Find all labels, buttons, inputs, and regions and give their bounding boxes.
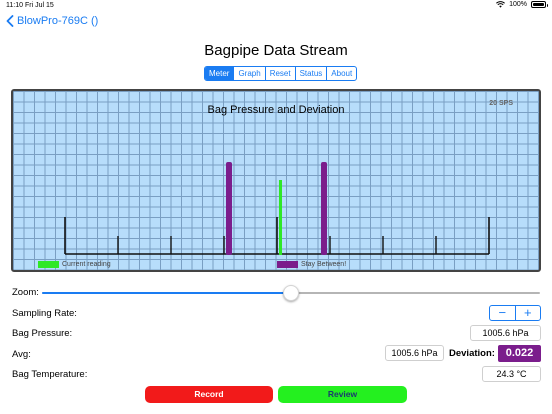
page-title: Bagpipe Data Stream bbox=[204, 42, 348, 59]
sps-label: 20 SPS bbox=[489, 100, 513, 107]
zoom-label: Zoom: bbox=[12, 287, 39, 298]
deviation-value: 0.022 bbox=[498, 345, 541, 362]
status-bar: 11:10 Fri Jul 15 100% bbox=[0, 0, 552, 12]
record-button[interactable]: Record bbox=[145, 386, 273, 403]
battery-icon bbox=[531, 1, 548, 8]
tab-meter[interactable]: Meter bbox=[205, 67, 235, 80]
deviation-label: Deviation: bbox=[449, 348, 495, 359]
tab-reset[interactable]: Reset bbox=[266, 67, 296, 80]
tab-about[interactable]: About bbox=[327, 67, 356, 80]
tab-status[interactable]: Status bbox=[296, 67, 328, 80]
wifi-icon bbox=[496, 1, 506, 8]
review-button[interactable]: Review bbox=[278, 386, 407, 403]
chevron-left-icon bbox=[6, 15, 14, 27]
sampling-rate-label: Sampling Rate: bbox=[12, 308, 77, 319]
back-button[interactable]: BlowPro-769C () bbox=[6, 15, 98, 27]
avg-value: 1005.6 hPa bbox=[385, 345, 444, 361]
legend-current: Current reading bbox=[38, 261, 111, 268]
bag-temperature-value: 24.3 °C bbox=[482, 366, 541, 382]
back-button-label: BlowPro-769C () bbox=[17, 15, 99, 27]
bag-pressure-value: 1005.6 hPa bbox=[470, 325, 541, 341]
zoom-slider-thumb[interactable] bbox=[283, 285, 299, 301]
legend-current-swatch bbox=[38, 261, 59, 268]
zoom-slider-fill bbox=[42, 292, 291, 294]
meter-scale bbox=[64, 162, 490, 255]
status-time: 11:10 bbox=[6, 2, 23, 9]
tab-graph[interactable]: Graph bbox=[234, 67, 266, 80]
tab-bar: Meter Graph Reset Status About bbox=[204, 66, 358, 81]
upper-limit-marker bbox=[321, 162, 327, 255]
plus-icon[interactable]: + bbox=[516, 306, 541, 320]
status-date: Fri Jul 15 bbox=[25, 2, 54, 9]
bag-pressure-label: Bag Pressure: bbox=[12, 328, 73, 339]
status-indicators: 100% bbox=[496, 1, 548, 8]
avg-label: Avg: bbox=[12, 349, 31, 360]
bag-temperature-label: Bag Temperature: bbox=[12, 369, 88, 380]
legend-range-label: Stay Between! bbox=[301, 261, 347, 268]
legend-current-label: Current reading bbox=[62, 261, 111, 268]
legend-range: Stay Between! bbox=[277, 261, 346, 268]
meter-panel: Bag Pressure and Deviation 20 SPS Curren… bbox=[11, 89, 541, 272]
meter-title: Bag Pressure and Deviation bbox=[207, 104, 345, 116]
current-reading-marker bbox=[279, 180, 282, 255]
minus-icon[interactable]: − bbox=[490, 306, 516, 320]
sampling-rate-stepper: − + bbox=[489, 305, 541, 321]
lower-limit-marker bbox=[226, 162, 232, 255]
zoom-slider[interactable] bbox=[42, 285, 540, 301]
battery-percent: 100% bbox=[509, 1, 527, 8]
legend-range-swatch bbox=[277, 261, 298, 268]
